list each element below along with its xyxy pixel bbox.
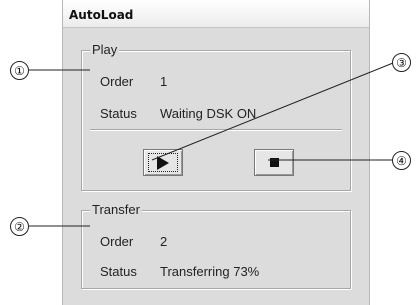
callout-3: ③ [392, 53, 411, 72]
callout-1: ① [10, 61, 29, 80]
callout-leader-lines [29, 62, 394, 227]
callout-4: ④ [392, 151, 411, 170]
callout-3-leader [151, 62, 394, 161]
callout-2: ② [10, 217, 29, 236]
